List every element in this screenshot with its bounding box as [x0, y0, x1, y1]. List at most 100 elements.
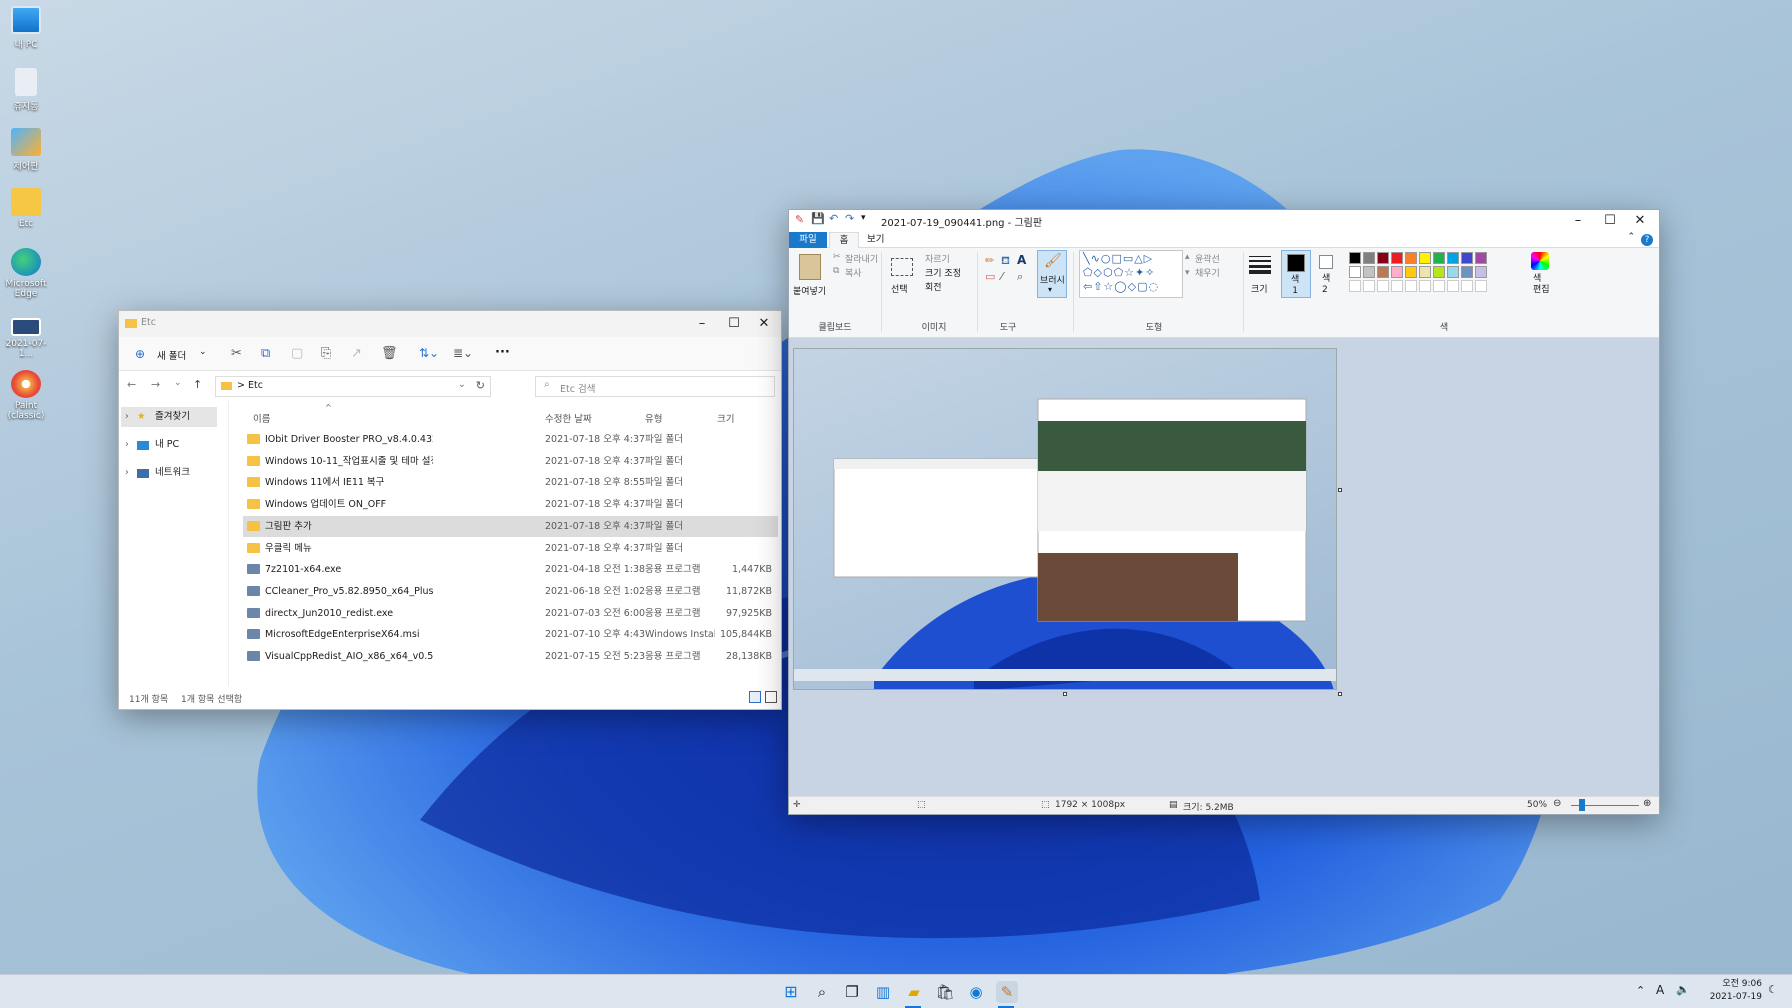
color-1-button[interactable]: 색 1	[1281, 250, 1311, 298]
search-input[interactable]: Etc 검색	[560, 381, 595, 395]
sort-icon[interactable]: ⇅⌄	[419, 346, 439, 360]
recent-dropdown-icon[interactable]: ⌄	[174, 378, 182, 388]
custom-color-slot[interactable]	[1391, 280, 1403, 292]
fill-icon[interactable]: ⛾	[1001, 254, 1010, 269]
search-box[interactable]: ⌕ Etc 검색	[535, 376, 775, 397]
rename-icon[interactable]: ⎘	[321, 346, 331, 361]
paste-button[interactable]: 붙여넣기	[793, 284, 826, 297]
desktop-icon-control-panel[interactable]: 제어판	[4, 128, 48, 172]
file-row[interactable]: Windows 10-11_작업표시줄 및 테마 설정 2021-07-18 오후…	[243, 451, 778, 472]
eraser-icon[interactable]: ▭	[985, 270, 995, 283]
palette-swatch[interactable]	[1377, 266, 1389, 278]
palette-swatch[interactable]	[1405, 266, 1417, 278]
zoom-out-icon[interactable]: ⊖	[1553, 798, 1561, 809]
view-icon[interactable]: ≣⌄	[453, 346, 473, 360]
column-header-type[interactable]: 유형	[645, 411, 662, 425]
task-view-icon[interactable]: ❐	[841, 981, 863, 1003]
custom-color-slot[interactable]	[1349, 280, 1361, 292]
file-explorer-icon[interactable]: ▰	[903, 981, 925, 1003]
size-button[interactable]: 크기	[1251, 282, 1268, 295]
close-button[interactable]: ✕	[1625, 210, 1655, 232]
palette-swatch[interactable]	[1433, 252, 1445, 264]
palette-swatch[interactable]	[1391, 252, 1403, 264]
crop-button[interactable]: 자르기	[925, 252, 950, 265]
share-icon[interactable]: ↗	[351, 346, 362, 361]
custom-color-slot[interactable]	[1377, 280, 1389, 292]
palette-swatch[interactable]	[1377, 252, 1389, 264]
palette-swatch[interactable]	[1419, 266, 1431, 278]
chevron-down-icon[interactable]: ▾	[861, 213, 866, 223]
cut-icon[interactable]: ✂	[231, 346, 242, 361]
palette-swatch[interactable]	[1447, 252, 1459, 264]
zoom-in-icon[interactable]: ⊕	[1643, 798, 1651, 809]
cut-button[interactable]: 잘라내기	[845, 252, 878, 265]
palette-swatch[interactable]	[1391, 266, 1403, 278]
resize-handle[interactable]	[1338, 692, 1342, 696]
widgets-icon[interactable]: ▥	[872, 981, 894, 1003]
desktop-icon-image-file[interactable]: 2021-07-1...	[4, 318, 48, 359]
select-button[interactable]: 선택	[891, 282, 908, 295]
maximize-button[interactable]: ☐	[719, 311, 749, 337]
resize-handle[interactable]	[1338, 488, 1342, 492]
color-picker-icon[interactable]: ⁄	[1001, 270, 1003, 283]
tiles-view-icon[interactable]	[765, 691, 777, 703]
chevron-right-icon[interactable]: ›	[125, 435, 129, 455]
color-2-button[interactable]: 색 2	[1315, 250, 1339, 298]
paint-taskbar-icon[interactable]: ✎	[996, 981, 1018, 1003]
redo-icon[interactable]: ↷	[845, 212, 854, 225]
resize-button[interactable]: 크기 조정	[925, 266, 961, 279]
shapes-gallery[interactable]: ╲∿○□▭△▷ ⬠◇⬡⬠☆✦✧ ⇦⇧☆◯◇▢◌	[1079, 250, 1183, 298]
minimize-button[interactable]: –	[687, 311, 717, 337]
desktop-icon-etc[interactable]: Etc	[4, 188, 48, 229]
column-header-size[interactable]: 크기	[717, 411, 734, 425]
desktop-icon-my-pc[interactable]: 내 PC	[4, 6, 48, 50]
custom-color-slot[interactable]	[1419, 280, 1431, 292]
column-header-date[interactable]: 수정한 날짜	[545, 411, 592, 425]
help-icon[interactable]: ?	[1641, 234, 1653, 246]
file-row[interactable]: 우클릭 메뉴 2021-07-18 오후 4:37 파일 폴더	[243, 538, 778, 559]
nav-item-favorites[interactable]: › ★ 즐겨찾기	[121, 407, 217, 427]
ime-indicator[interactable]: A	[1656, 983, 1664, 997]
refresh-icon[interactable]: ↻	[476, 379, 485, 392]
maximize-button[interactable]: ☐	[1595, 210, 1625, 232]
back-icon[interactable]: ←	[127, 378, 136, 391]
pencil-icon[interactable]: ✏	[985, 254, 994, 267]
file-row[interactable]: IObit Driver Booster PRO_v8.4.0.432 2021-…	[243, 429, 778, 450]
delete-icon[interactable]: 🗑	[381, 346, 398, 361]
address-bar[interactable]: > Etc ⌄ ↻	[215, 376, 491, 397]
search-icon[interactable]: ⌕	[811, 981, 833, 1003]
palette-swatch[interactable]	[1419, 252, 1431, 264]
paste-icon[interactable]: ▢	[291, 346, 303, 361]
drawing-canvas[interactable]	[793, 348, 1337, 690]
copy-button[interactable]: 복사	[845, 266, 862, 279]
forward-icon[interactable]: →	[151, 378, 160, 391]
breadcrumb[interactable]: Etc	[248, 380, 263, 391]
volume-icon[interactable]: 🔈	[1676, 983, 1690, 996]
magnifier-icon[interactable]: ⌕	[1017, 270, 1023, 284]
outline-button[interactable]: 윤곽선	[1195, 252, 1220, 265]
file-row[interactable]: VisualCppRedist_AIO_x86_x64_v0.51.0_... 2…	[243, 646, 778, 667]
desktop-icon-edge[interactable]: Microsoft Edge	[4, 248, 48, 299]
palette-swatch[interactable]	[1405, 252, 1417, 264]
custom-color-slot[interactable]	[1363, 280, 1375, 292]
palette-swatch[interactable]	[1475, 266, 1487, 278]
text-icon[interactable]: A	[1017, 253, 1026, 267]
up-icon[interactable]: ↑	[193, 378, 202, 391]
clock[interactable]: 오전 9:06 2021-07-19	[1698, 978, 1762, 1004]
column-header-name[interactable]: 이름	[253, 411, 270, 425]
chevron-right-icon[interactable]: ›	[125, 463, 129, 483]
notification-icon[interactable]: ☾	[1768, 983, 1778, 996]
file-row[interactable]: MicrosoftEdgeEnterpriseX64.msi 2021-07-10…	[243, 624, 778, 645]
palette-swatch[interactable]	[1461, 252, 1473, 264]
scroll-down-icon[interactable]: ▾	[1185, 268, 1190, 278]
custom-color-slot[interactable]	[1461, 280, 1473, 292]
edge-icon[interactable]: ◉	[965, 981, 987, 1003]
rotate-button[interactable]: 회전	[925, 280, 942, 293]
palette-swatch[interactable]	[1363, 252, 1375, 264]
palette-swatch[interactable]	[1363, 266, 1375, 278]
custom-color-slot[interactable]	[1433, 280, 1445, 292]
desktop-icon-recycle-bin[interactable]: 휴지통	[4, 68, 48, 112]
details-view-icon[interactable]	[749, 691, 761, 703]
nav-item-network[interactable]: › 네트워크	[121, 463, 213, 483]
more-options-button[interactable]: ···	[495, 345, 510, 360]
